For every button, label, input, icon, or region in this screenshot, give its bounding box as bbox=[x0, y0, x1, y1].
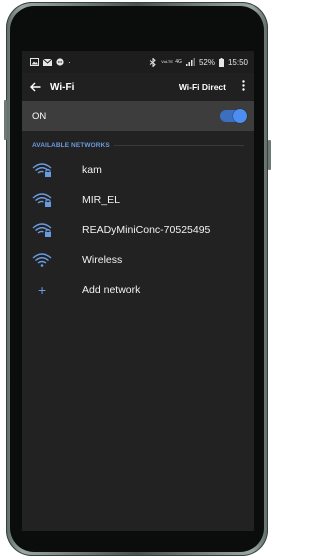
battery-percent: 52% bbox=[198, 57, 215, 67]
network-item-mir-el[interactable]: MIR_EL bbox=[22, 185, 254, 215]
wifi-direct-button[interactable]: Wi-Fi Direct bbox=[179, 82, 226, 92]
network-list: kam MIR_EL READyMiniConc-70525495 Wirele… bbox=[22, 155, 254, 305]
network-item-kam[interactable]: kam bbox=[22, 155, 254, 185]
add-network-label: Add network bbox=[82, 284, 141, 296]
plus-icon: + bbox=[38, 282, 47, 298]
network-item-wireless[interactable]: Wireless bbox=[22, 245, 254, 275]
signal-icon bbox=[185, 58, 195, 66]
section-header: AVAILABLE NETWORKS bbox=[32, 142, 244, 149]
dot-icon: · bbox=[68, 57, 71, 67]
volume-button bbox=[4, 100, 7, 140]
wifi-icon bbox=[32, 253, 52, 267]
section-header-label: AVAILABLE NETWORKS bbox=[32, 142, 110, 149]
screen: · VoLTE 4G 52% 15:50 Wi-Fi Wi-Fi Direct … bbox=[22, 51, 254, 531]
page-title: Wi-Fi bbox=[50, 81, 75, 93]
bluetooth-icon bbox=[149, 57, 157, 67]
toggle-knob bbox=[233, 109, 247, 123]
clock: 15:50 bbox=[227, 57, 248, 67]
back-arrow-icon[interactable] bbox=[30, 80, 50, 95]
network-item-readyminiconc[interactable]: READyMiniConc-70525495 bbox=[22, 215, 254, 245]
divider bbox=[113, 145, 244, 146]
wifi-toggle-row[interactable]: ON bbox=[22, 101, 254, 131]
network-ssid: MIR_EL bbox=[82, 194, 120, 206]
add-network-button[interactable]: + Add network bbox=[22, 275, 254, 305]
mail-icon bbox=[43, 58, 52, 66]
chat-icon bbox=[56, 58, 64, 66]
app-bar: Wi-Fi Wi-Fi Direct bbox=[22, 73, 254, 101]
wifi-lock-icon bbox=[32, 163, 52, 177]
network-ssid: kam bbox=[82, 164, 102, 176]
status-bar: · VoLTE 4G 52% 15:50 bbox=[22, 51, 254, 73]
wifi-toggle-label: ON bbox=[32, 110, 47, 122]
wifi-lock-icon bbox=[32, 223, 52, 237]
wifi-toggle-switch[interactable] bbox=[220, 109, 247, 123]
network-ssid: READyMiniConc-70525495 bbox=[82, 224, 211, 236]
image-icon bbox=[30, 58, 39, 66]
battery-icon bbox=[218, 57, 224, 67]
wifi-lock-icon bbox=[32, 193, 52, 207]
volte-label: VoLTE bbox=[161, 59, 173, 64]
network-4g-label: 4G bbox=[175, 59, 182, 65]
network-ssid: Wireless bbox=[82, 254, 123, 266]
more-vert-icon[interactable] bbox=[240, 80, 246, 94]
power-button bbox=[268, 140, 271, 170]
